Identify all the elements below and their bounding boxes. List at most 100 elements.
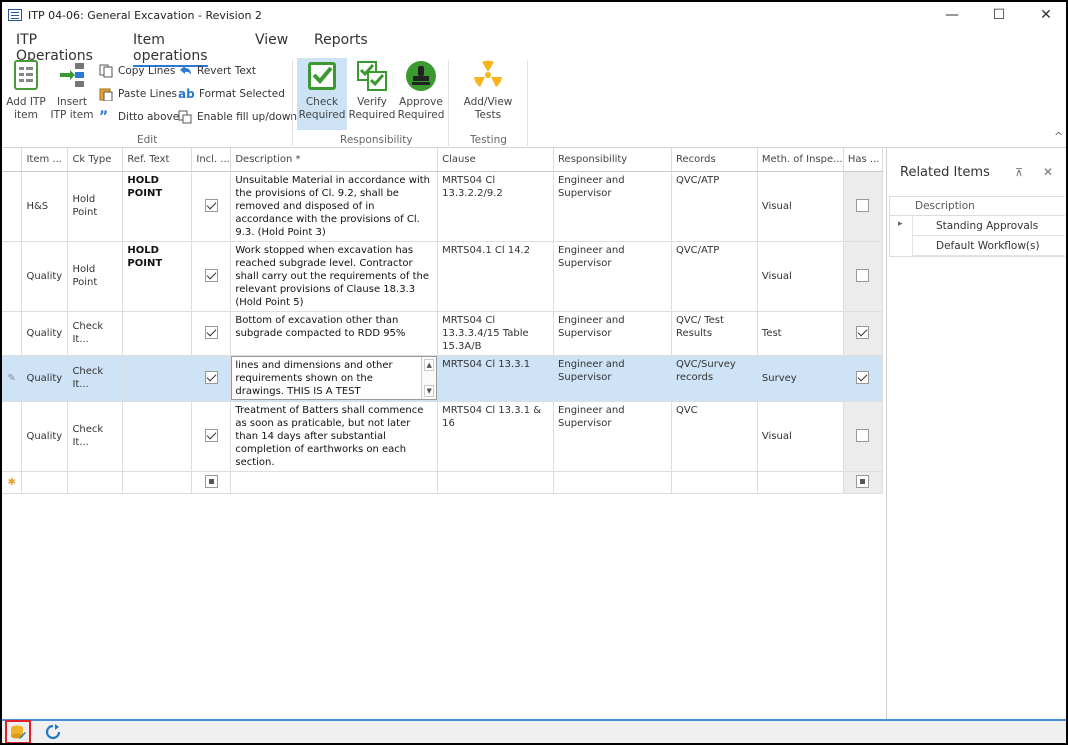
cell-clause[interactable]: MRTS04 Cl 13.3.3.4/15 Table 15.3A/B [437,311,555,356]
related-item-standing-approvals[interactable]: Standing Approvals [912,216,1065,236]
approve-required-button[interactable]: Approve Required [397,58,445,122]
enable-fill-button[interactable]: Enable fill up/down [178,108,297,126]
row-indicator[interactable] [2,171,23,242]
new-row-indicator[interactable]: ✱ [2,471,23,494]
col-responsibility[interactable]: Responsibility [553,148,672,172]
row-indicator[interactable] [2,241,23,312]
cell-item[interactable]: Quality [21,355,69,402]
row-edit-indicator[interactable]: ✎ [2,355,23,402]
description-editor-text[interactable]: lines and dimensions and other requireme… [235,360,392,397]
row-indicator[interactable] [2,401,23,472]
cell-ref-text[interactable] [122,355,193,402]
pin-icon[interactable]: ⊼ [1015,166,1023,179]
copy-lines-button[interactable]: Copy Lines [99,62,175,80]
cell-clause[interactable]: MRTS04.1 Cl 14.2 [437,241,555,312]
cell-ref-text[interactable] [122,401,193,472]
description-editor[interactable]: lines and dimensions and other requireme… [231,356,437,400]
cell-incl[interactable] [191,471,232,494]
cell-clause[interactable]: MRTS04 Cl 13.3.1 & 16 [437,401,555,472]
cell-has[interactable] [843,171,884,242]
add-itp-item-button[interactable]: Add ITP item [6,58,46,122]
cell-incl[interactable] [191,355,232,402]
database-edit-icon[interactable] [10,724,26,740]
cell-method[interactable]: Visual [757,241,844,312]
table-row-selected[interactable]: ✎ Quality Check It... lines and dimensio… [2,355,884,402]
cell-incl[interactable] [191,401,232,472]
check-required-button[interactable]: Check Required [297,58,347,130]
cell-responsibility[interactable]: Engineer and Supervisor [553,311,672,356]
paste-lines-button[interactable]: Paste Lines [99,85,177,103]
col-has[interactable]: Has ... [843,148,884,172]
table-row[interactable]: Quality Check It... Bottom of excavation… [2,311,884,356]
col-records[interactable]: Records [671,148,758,172]
cell-item[interactable]: H&S [21,171,69,242]
cell-item[interactable]: Quality [21,401,69,472]
has-checkbox[interactable] [856,475,870,489]
cell-responsibility[interactable]: Engineer and Supervisor [553,355,672,402]
cell-has[interactable] [843,355,884,402]
cell-records[interactable]: QVC/Survey records [671,355,758,402]
related-item-default-workflow[interactable]: Default Workflow(s) [912,236,1065,256]
col-item[interactable]: Item ... [21,148,69,172]
col-ck-type[interactable]: Ck Type [67,148,124,172]
cell-has[interactable] [843,401,884,472]
cell-has[interactable] [843,241,884,312]
incl-checkbox[interactable] [204,371,218,385]
cell-clause[interactable]: MRTS04 Cl 13.3.1 [437,355,555,402]
ditto-above-button[interactable]: ” Ditto above [99,108,179,126]
has-checkbox[interactable] [856,371,870,385]
cell-ref-text[interactable] [122,471,193,494]
cell-ck-type[interactable]: Check It... [67,311,124,356]
col-description[interactable]: Description * [230,148,439,172]
has-checkbox[interactable] [856,199,870,213]
table-row[interactable]: H&S Hold Point HOLD POINT Unsuitable Mat… [2,171,884,242]
cell-records[interactable]: QVC [671,401,758,472]
cell-method[interactable]: Visual [757,171,844,242]
verify-required-button[interactable]: Verify Required [349,58,395,122]
cell-responsibility[interactable]: Engineer and Supervisor [553,171,672,242]
cell-responsibility[interactable]: Engineer and Supervisor [553,401,672,472]
has-checkbox[interactable] [856,326,870,340]
cell-description[interactable] [230,471,439,494]
expand-icon[interactable]: ▸ [898,219,903,229]
refresh-icon[interactable] [45,724,61,740]
cell-description[interactable]: Treatment of Batters shall commence as s… [230,401,439,472]
cell-item[interactable] [21,471,69,494]
col-clause[interactable]: Clause [437,148,555,172]
cell-records[interactable]: QVC/ Test Results [671,311,758,356]
cell-description-editing[interactable]: lines and dimensions and other requireme… [230,355,439,402]
cell-method[interactable]: Survey [757,355,844,402]
cell-responsibility[interactable]: Engineer and Supervisor [553,241,672,312]
tab-reports[interactable]: Reports [314,32,368,48]
minimize-button[interactable]: — [929,2,975,28]
editor-scrollbar[interactable]: ▲ ▼ [421,357,437,399]
insert-itp-item-button[interactable]: Insert ITP item [50,58,94,122]
incl-checkbox[interactable] [204,326,218,340]
row-indicator[interactable] [2,311,23,356]
has-checkbox[interactable] [856,269,870,283]
cell-has[interactable] [843,471,884,494]
table-row[interactable]: Quality Hold Point HOLD POINT Work stopp… [2,241,884,312]
cell-records[interactable] [671,471,758,494]
cell-ref-text[interactable]: HOLD POINT [122,241,193,312]
cell-description[interactable]: Work stopped when excavation has reached… [230,241,439,312]
maximize-button[interactable]: ☐ [976,2,1022,28]
col-ref-text[interactable]: Ref. Text [122,148,193,172]
table-row[interactable]: Quality Check It... Treatment of Batters… [2,401,884,472]
cell-ck-type[interactable]: Hold Point [67,241,124,312]
cell-incl[interactable] [191,171,232,242]
cell-has[interactable] [843,311,884,356]
col-method[interactable]: Meth. of Inspe... [757,148,844,172]
cell-item[interactable]: Quality [21,311,69,356]
format-selected-button[interactable]: ab Format Selected [178,85,285,103]
cell-ck-type[interactable]: Hold Point [67,171,124,242]
cell-ck-type[interactable]: Check It... [67,355,124,402]
cell-responsibility[interactable] [553,471,672,494]
cell-records[interactable]: QVC/ATP [671,171,758,242]
cell-ref-text[interactable] [122,311,193,356]
col-incl[interactable]: Incl. ... [191,148,232,172]
cell-ref-text[interactable]: HOLD POINT [122,171,193,242]
cell-ck-type[interactable] [67,471,124,494]
cell-description[interactable]: Bottom of excavation other than subgrade… [230,311,439,356]
incl-checkbox[interactable] [204,429,218,443]
